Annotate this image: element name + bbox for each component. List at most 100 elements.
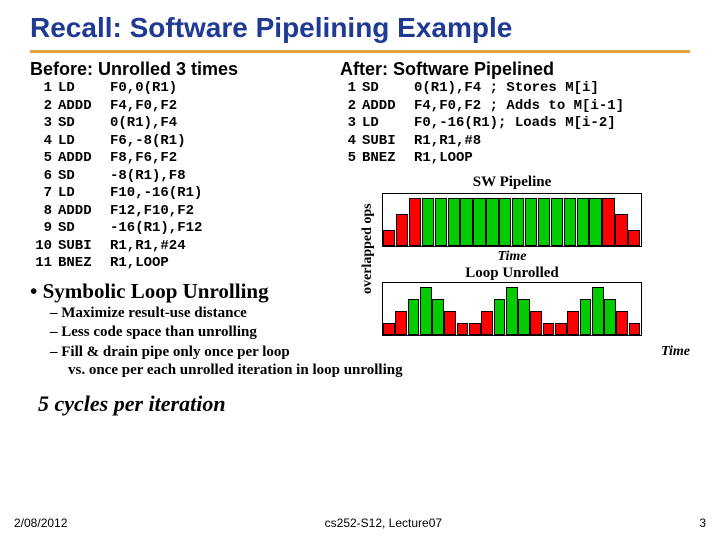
chart-bar — [518, 299, 530, 335]
opcode: LD — [58, 133, 110, 151]
args: F10,-16(R1) — [110, 185, 330, 203]
line-num: 7 — [30, 185, 58, 203]
chart-bar — [543, 323, 555, 335]
chart-bar — [592, 287, 604, 335]
code-row: 3LDF0,-16(R1); Loads M[i-2] — [340, 115, 690, 133]
args: R1,LOOP — [110, 255, 330, 273]
args: F4,F0,F2 — [110, 98, 330, 116]
line-num: 10 — [30, 238, 58, 256]
sw-pipeline-chart — [382, 193, 642, 247]
ylabel: overlapped ops — [360, 174, 376, 324]
opcode: ADDD — [362, 98, 414, 116]
code-row: 9SD-16(R1),F12 — [30, 220, 330, 238]
code-row: 1LDF0,0(R1) — [30, 80, 330, 98]
code-row: 2ADDDF4,F0,F2 — [30, 98, 330, 116]
cycles-text: 5 cycles per iteration — [30, 391, 690, 417]
chart-bar — [422, 198, 434, 246]
chart-bar — [457, 323, 469, 335]
code-row: 4SUBIR1,R1,#8 — [340, 133, 690, 151]
opcode: BNEZ — [362, 150, 414, 168]
chart-bar — [616, 311, 628, 335]
args: R1,R1,#24 — [110, 238, 330, 256]
vs-line: vs. once per each unrolled iteration in … — [30, 362, 690, 379]
args: R1,R1,#8 — [414, 133, 690, 151]
chart-bar — [604, 299, 616, 335]
chart-bar — [420, 287, 432, 335]
chart-bar — [580, 299, 592, 335]
args: -8(R1),F8 — [110, 168, 330, 186]
line-num: 6 — [30, 168, 58, 186]
sw-pipeline-title: SW Pipeline — [382, 174, 642, 191]
code-row: 10SUBIR1,R1,#24 — [30, 238, 330, 256]
line-num: 11 — [30, 255, 58, 273]
line-num: 5 — [30, 150, 58, 168]
chart-bar — [629, 323, 641, 335]
footer-page: 3 — [699, 516, 706, 530]
chart-bar — [486, 198, 498, 246]
opcode: SUBI — [362, 133, 414, 151]
chart-bar — [602, 198, 614, 246]
code-row: 2ADDDF4,F0,F2 ; Adds to M[i-1] — [340, 98, 690, 116]
code-row: 5BNEZR1,LOOP — [340, 150, 690, 168]
chart-bar — [589, 198, 601, 246]
chart-bar — [435, 198, 447, 246]
opcode: SD — [362, 80, 414, 98]
after-code-block: 1SD0(R1),F4 ; Stores M[i]2ADDDF4,F0,F2 ;… — [340, 80, 690, 168]
code-row: 8ADDDF12,F10,F2 — [30, 203, 330, 221]
chart-bar — [448, 198, 460, 246]
line-num: 8 — [30, 203, 58, 221]
line-num: 1 — [30, 80, 58, 98]
footer-center: cs252-S12, Lecture07 — [325, 516, 442, 530]
chart-bar — [432, 299, 444, 335]
line-num: 3 — [30, 115, 58, 133]
loop-unrolled-title: Loop Unrolled — [382, 265, 642, 282]
page-title: Recall: Software Pipelining Example — [30, 12, 690, 44]
time-label-sw: Time — [382, 249, 642, 265]
after-heading: After: Software Pipelined — [340, 59, 690, 80]
chart-bar — [473, 198, 485, 246]
args: F12,F10,F2 — [110, 203, 330, 221]
time-label-unrolled: Time — [360, 344, 700, 360]
chart-bar — [551, 198, 563, 246]
chart-bar — [628, 230, 640, 246]
chart-bar — [530, 311, 542, 335]
args: 0(R1),F4 ; Stores M[i] — [414, 80, 690, 98]
code-row: 11BNEZR1,LOOP — [30, 255, 330, 273]
chart-bar — [512, 198, 524, 246]
chart-bar — [383, 230, 395, 246]
args: -16(R1),F12 — [110, 220, 330, 238]
line-num: 9 — [30, 220, 58, 238]
opcode: LD — [58, 185, 110, 203]
opcode: SD — [58, 220, 110, 238]
chart-bar — [481, 311, 493, 335]
opcode: SD — [58, 115, 110, 133]
args: 0(R1),F4 — [110, 115, 330, 133]
chart-bar — [525, 198, 537, 246]
opcode: ADDD — [58, 98, 110, 116]
opcode: SD — [58, 168, 110, 186]
line-num: 4 — [30, 133, 58, 151]
args: R1,LOOP — [414, 150, 690, 168]
opcode: BNEZ — [58, 255, 110, 273]
chart-bar — [555, 323, 567, 335]
chart-bar — [395, 311, 407, 335]
chart-bar — [499, 198, 511, 246]
opcode: SUBI — [58, 238, 110, 256]
chart-bar — [460, 198, 472, 246]
chart-bar — [577, 198, 589, 246]
opcode: ADDD — [58, 203, 110, 221]
line-num: 1 — [340, 80, 362, 98]
chart-bar — [615, 214, 627, 246]
code-row: 1SD0(R1),F4 ; Stores M[i] — [340, 80, 690, 98]
chart-bar — [564, 198, 576, 246]
line-num: 4 — [340, 133, 362, 151]
chart-bar — [396, 214, 408, 246]
title-underline — [30, 50, 690, 53]
chart-bar — [408, 299, 420, 335]
code-row: 4LDF6,-8(R1) — [30, 133, 330, 151]
footer: 2/08/2012 cs252-S12, Lecture07 3 — [0, 516, 720, 530]
args: F0,0(R1) — [110, 80, 330, 98]
args: F4,F0,F2 ; Adds to M[i-1] — [414, 98, 690, 116]
before-code-block: 1LDF0,0(R1)2ADDDF4,F0,F23SD0(R1),F44LDF6… — [30, 80, 330, 273]
footer-date: 2/08/2012 — [14, 516, 67, 530]
